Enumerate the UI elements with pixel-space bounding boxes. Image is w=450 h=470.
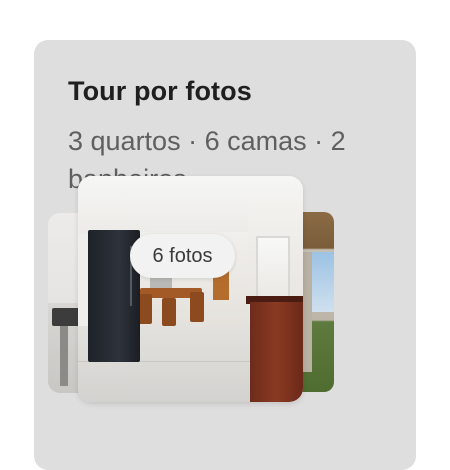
card-title: Tour por fotos bbox=[68, 76, 252, 106]
photo-detail bbox=[138, 294, 152, 324]
photo-detail bbox=[256, 236, 290, 302]
photo-detail bbox=[302, 252, 312, 372]
photo-detail bbox=[190, 292, 204, 322]
photo-detail bbox=[60, 326, 68, 386]
photo-thumbnail-right[interactable] bbox=[302, 212, 334, 392]
photo-detail bbox=[162, 298, 176, 326]
photo-count-badge[interactable]: 6 fotos bbox=[130, 234, 235, 278]
photo-detail bbox=[250, 302, 303, 402]
photo-thumbnail-main[interactable] bbox=[78, 176, 303, 402]
